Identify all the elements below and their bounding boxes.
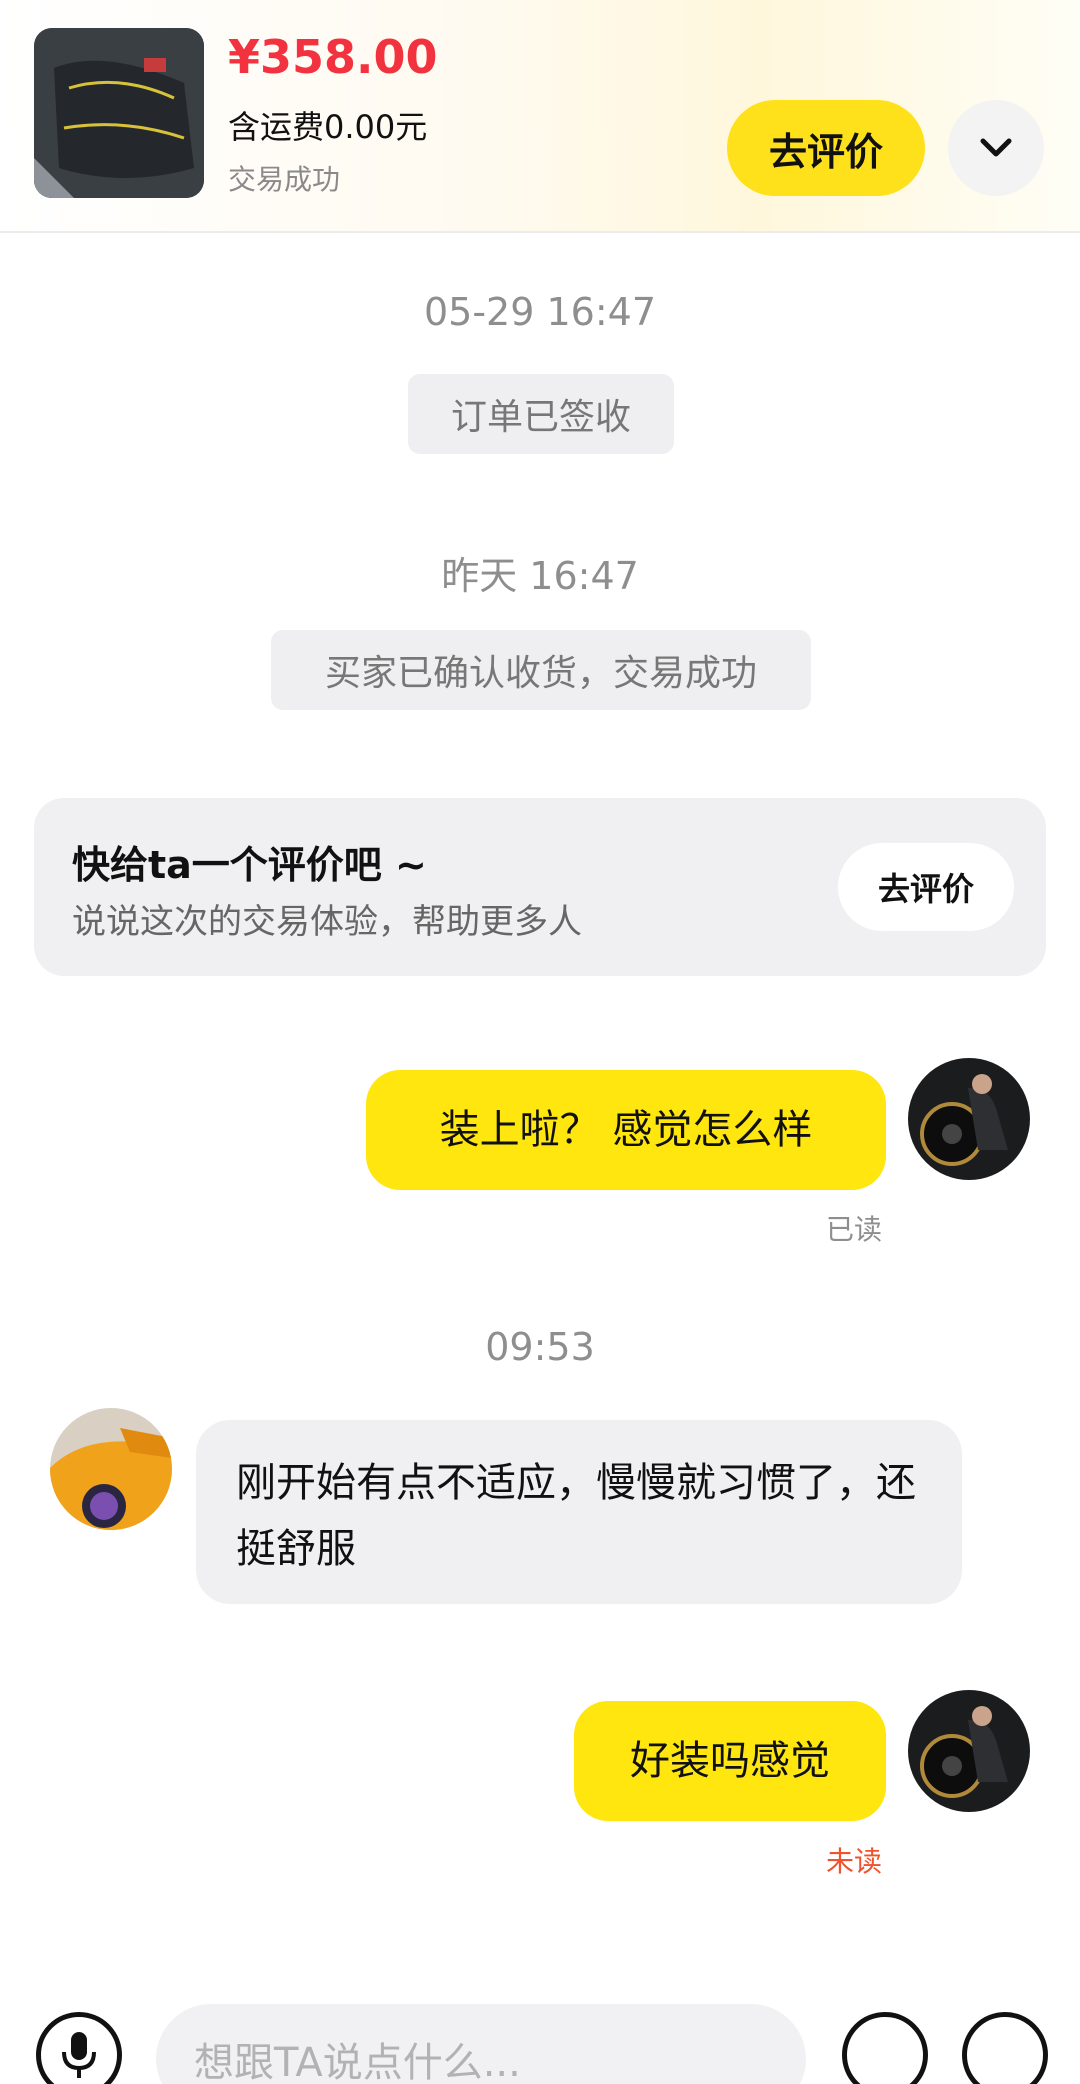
voice-button[interactable] xyxy=(36,2012,122,2084)
system-message: 买家已确认收货，交易成功 xyxy=(271,630,811,710)
order-header: ¥358.00 含运费0.00元 交易成功 去评价 xyxy=(0,0,1080,233)
my-avatar[interactable] xyxy=(908,1058,1030,1180)
order-price: ¥358.00 xyxy=(228,30,438,84)
emoji-button[interactable] xyxy=(842,2012,928,2084)
message-bubble-received[interactable]: 刚开始有点不适应，慢慢就习惯了，还挺舒服 xyxy=(196,1420,962,1604)
product-thumbnail[interactable] xyxy=(34,28,204,198)
shipping-fee: 含运费0.00元 xyxy=(228,108,428,146)
system-message: 订单已签收 xyxy=(408,374,674,454)
timestamp: 09:53 xyxy=(485,1325,595,1369)
chevron-down-icon xyxy=(980,138,1012,157)
unread-receipt: 未读 xyxy=(826,1845,883,1878)
message-bubble-sent[interactable]: 装上啦？ 感觉怎么样 xyxy=(366,1070,886,1190)
more-button[interactable] xyxy=(962,2012,1048,2084)
timestamp: 昨天 16:47 xyxy=(441,554,639,598)
expand-button[interactable] xyxy=(948,100,1044,196)
rating-subtitle: 说说这次的交易体验，帮助更多人 xyxy=(72,902,582,942)
timestamp: 05-29 16:47 xyxy=(423,290,656,334)
rating-title: 快给ta一个评价吧 ~ xyxy=(72,843,427,887)
review-button[interactable]: 去评价 xyxy=(727,100,925,196)
other-avatar[interactable] xyxy=(50,1408,172,1530)
message-bubble-sent[interactable]: 好装吗感觉 xyxy=(574,1701,886,1821)
order-status: 交易成功 xyxy=(228,163,341,196)
microphone-icon xyxy=(62,2032,96,2078)
my-avatar[interactable] xyxy=(908,1690,1030,1812)
rating-review-button[interactable]: 去评价 xyxy=(838,843,1014,931)
rating-prompt-card: 快给ta一个评价吧 ~ 说说这次的交易体验，帮助更多人 去评价 xyxy=(34,798,1046,976)
message-input[interactable]: 想跟TA说点什么... xyxy=(156,2004,806,2084)
read-receipt: 已读 xyxy=(826,1213,883,1246)
